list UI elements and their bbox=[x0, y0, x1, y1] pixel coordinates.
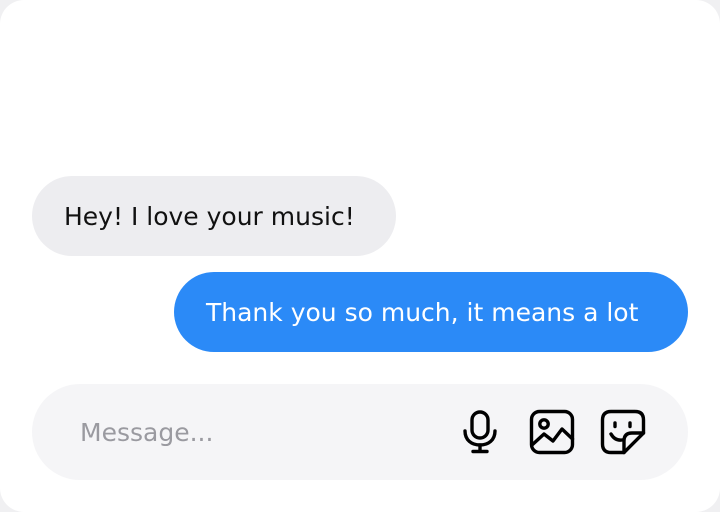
incoming-message-bubble: Hey! I love your music! bbox=[32, 176, 396, 256]
message-input[interactable] bbox=[80, 412, 440, 452]
outgoing-message-bubble: Thank you so much, it means a lot bbox=[174, 272, 688, 352]
outgoing-message-text: Thank you so much, it means a lot bbox=[206, 297, 639, 327]
sticker-button[interactable] bbox=[599, 408, 647, 456]
sticker-icon bbox=[600, 409, 646, 455]
microphone-button[interactable] bbox=[456, 408, 504, 456]
microphone-icon bbox=[463, 410, 497, 454]
incoming-message-text: Hey! I love your music! bbox=[64, 201, 355, 231]
message-composer bbox=[32, 384, 688, 480]
image-icon bbox=[529, 409, 575, 455]
image-button[interactable] bbox=[528, 408, 576, 456]
chat-window: Hey! I love your music! Thank you so muc… bbox=[0, 0, 720, 512]
